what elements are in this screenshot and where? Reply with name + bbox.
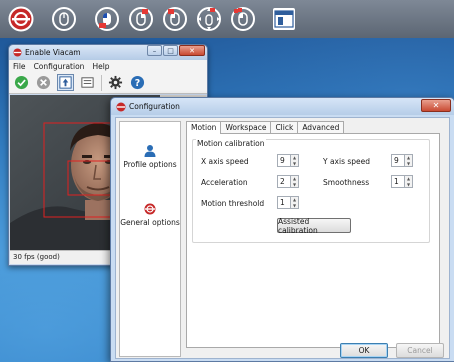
cancel-button[interactable]: Cancel [396,343,444,358]
spinner-arrows[interactable]: ▲ ▼ [291,154,299,167]
keyboard-icon[interactable] [79,74,96,91]
options-sidebar: Profile options General options [119,121,181,357]
enable-viacam-logo-icon [143,202,157,216]
spinner-value[interactable]: 1 [391,175,405,188]
sidebar-item-profile-options[interactable]: Profile options [120,144,180,169]
spinner-value[interactable]: 9 [277,154,291,167]
smoothness-spinner[interactable]: 1 ▲ ▼ [391,175,413,188]
dialog-title: Configuration [129,102,180,111]
window-title: Enable Viacam [25,48,81,57]
smoothness-label: Smoothness [323,178,370,187]
menu-help[interactable]: Help [92,62,109,71]
sidebar-item-general-options[interactable]: General options [120,202,180,227]
title-bar: Configuration [111,98,454,115]
x-axis-speed-label: X axis speed [201,157,249,166]
svg-text:?: ? [135,78,140,89]
mouse-right-click-icon[interactable] [128,6,154,32]
spinner-value[interactable]: 2 [277,175,291,188]
acceleration-label: Acceleration [201,178,248,187]
sidebar-item-label: Profile options [123,160,177,169]
mouse-drag-icon[interactable] [196,6,222,32]
y-axis-speed-spinner[interactable]: 9 ▲ ▼ [391,154,413,167]
spinner-value[interactable]: 1 [277,196,291,209]
dwell-icon[interactable] [57,74,74,91]
motion-calibration-group: Motion calibration X axis speed 9 ▲ ▼ Y a… [192,139,430,243]
tab-advanced[interactable]: Advanced [297,121,345,133]
menu-file[interactable]: File [13,62,26,71]
close-button[interactable]: ✕ [421,99,451,112]
user-profile-icon [144,145,156,157]
settings-gear-icon[interactable] [107,74,124,91]
acceleration-spinner[interactable]: 2 ▲ ▼ [277,175,299,188]
mouse-icon[interactable] [51,6,77,32]
tab-click[interactable]: Click [270,121,299,133]
assisted-calibration-button[interactable]: Assisted calibration [277,217,351,235]
enable-viacam-logo-icon [13,48,22,57]
ok-button[interactable]: OK [340,343,388,358]
spinner-arrows[interactable]: ▲ ▼ [405,154,413,167]
dialog-body: Profile options General options Motion W… [115,117,450,359]
check-icon[interactable] [13,74,30,91]
enable-viacam-logo-icon[interactable] [8,6,34,32]
tab-workspace[interactable]: Workspace [220,121,272,133]
spinner-arrows[interactable]: ▲ ▼ [291,196,299,209]
maximize-button[interactable]: □ [163,45,178,56]
minimize-button[interactable]: – [147,45,162,56]
configuration-dialog: Configuration ✕ Profile options General … [110,97,454,362]
close-button[interactable]: ✕ [179,45,205,56]
menu-configuration[interactable]: Configuration [34,62,85,71]
mouse-middle-click-icon[interactable] [162,6,188,32]
motion-threshold-label: Motion threshold [201,199,265,208]
motion-threshold-spinner[interactable]: 1 ▲ ▼ [277,196,299,209]
motion-tab-panel: Motion calibration X axis speed 9 ▲ ▼ Y a… [186,133,440,348]
x-axis-speed-spinner[interactable]: 9 ▲ ▼ [277,154,299,167]
menu-bar: File Configuration Help [9,60,207,72]
spinner-arrows[interactable]: ▲ ▼ [291,175,299,188]
window-controls: – □ ✕ [147,45,205,56]
tab-motion[interactable]: Motion [186,121,222,134]
viacam-click-toolbar [0,0,454,38]
y-axis-speed-label: Y axis speed [323,157,371,166]
spinner-arrows[interactable]: ▲ ▼ [405,175,413,188]
group-title: Motion calibration [196,139,266,148]
sidebar-item-label: General options [120,218,180,227]
mouse-double-click-icon[interactable] [230,6,256,32]
help-icon[interactable]: ? [129,74,146,91]
disable-icon[interactable] [35,74,52,91]
spinner-value[interactable]: 9 [391,154,405,167]
enable-viacam-logo-icon [116,102,126,111]
main-toolbar: ? [9,72,207,94]
mouse-left-click-icon[interactable] [94,6,120,32]
show-window-icon[interactable] [273,8,295,30]
